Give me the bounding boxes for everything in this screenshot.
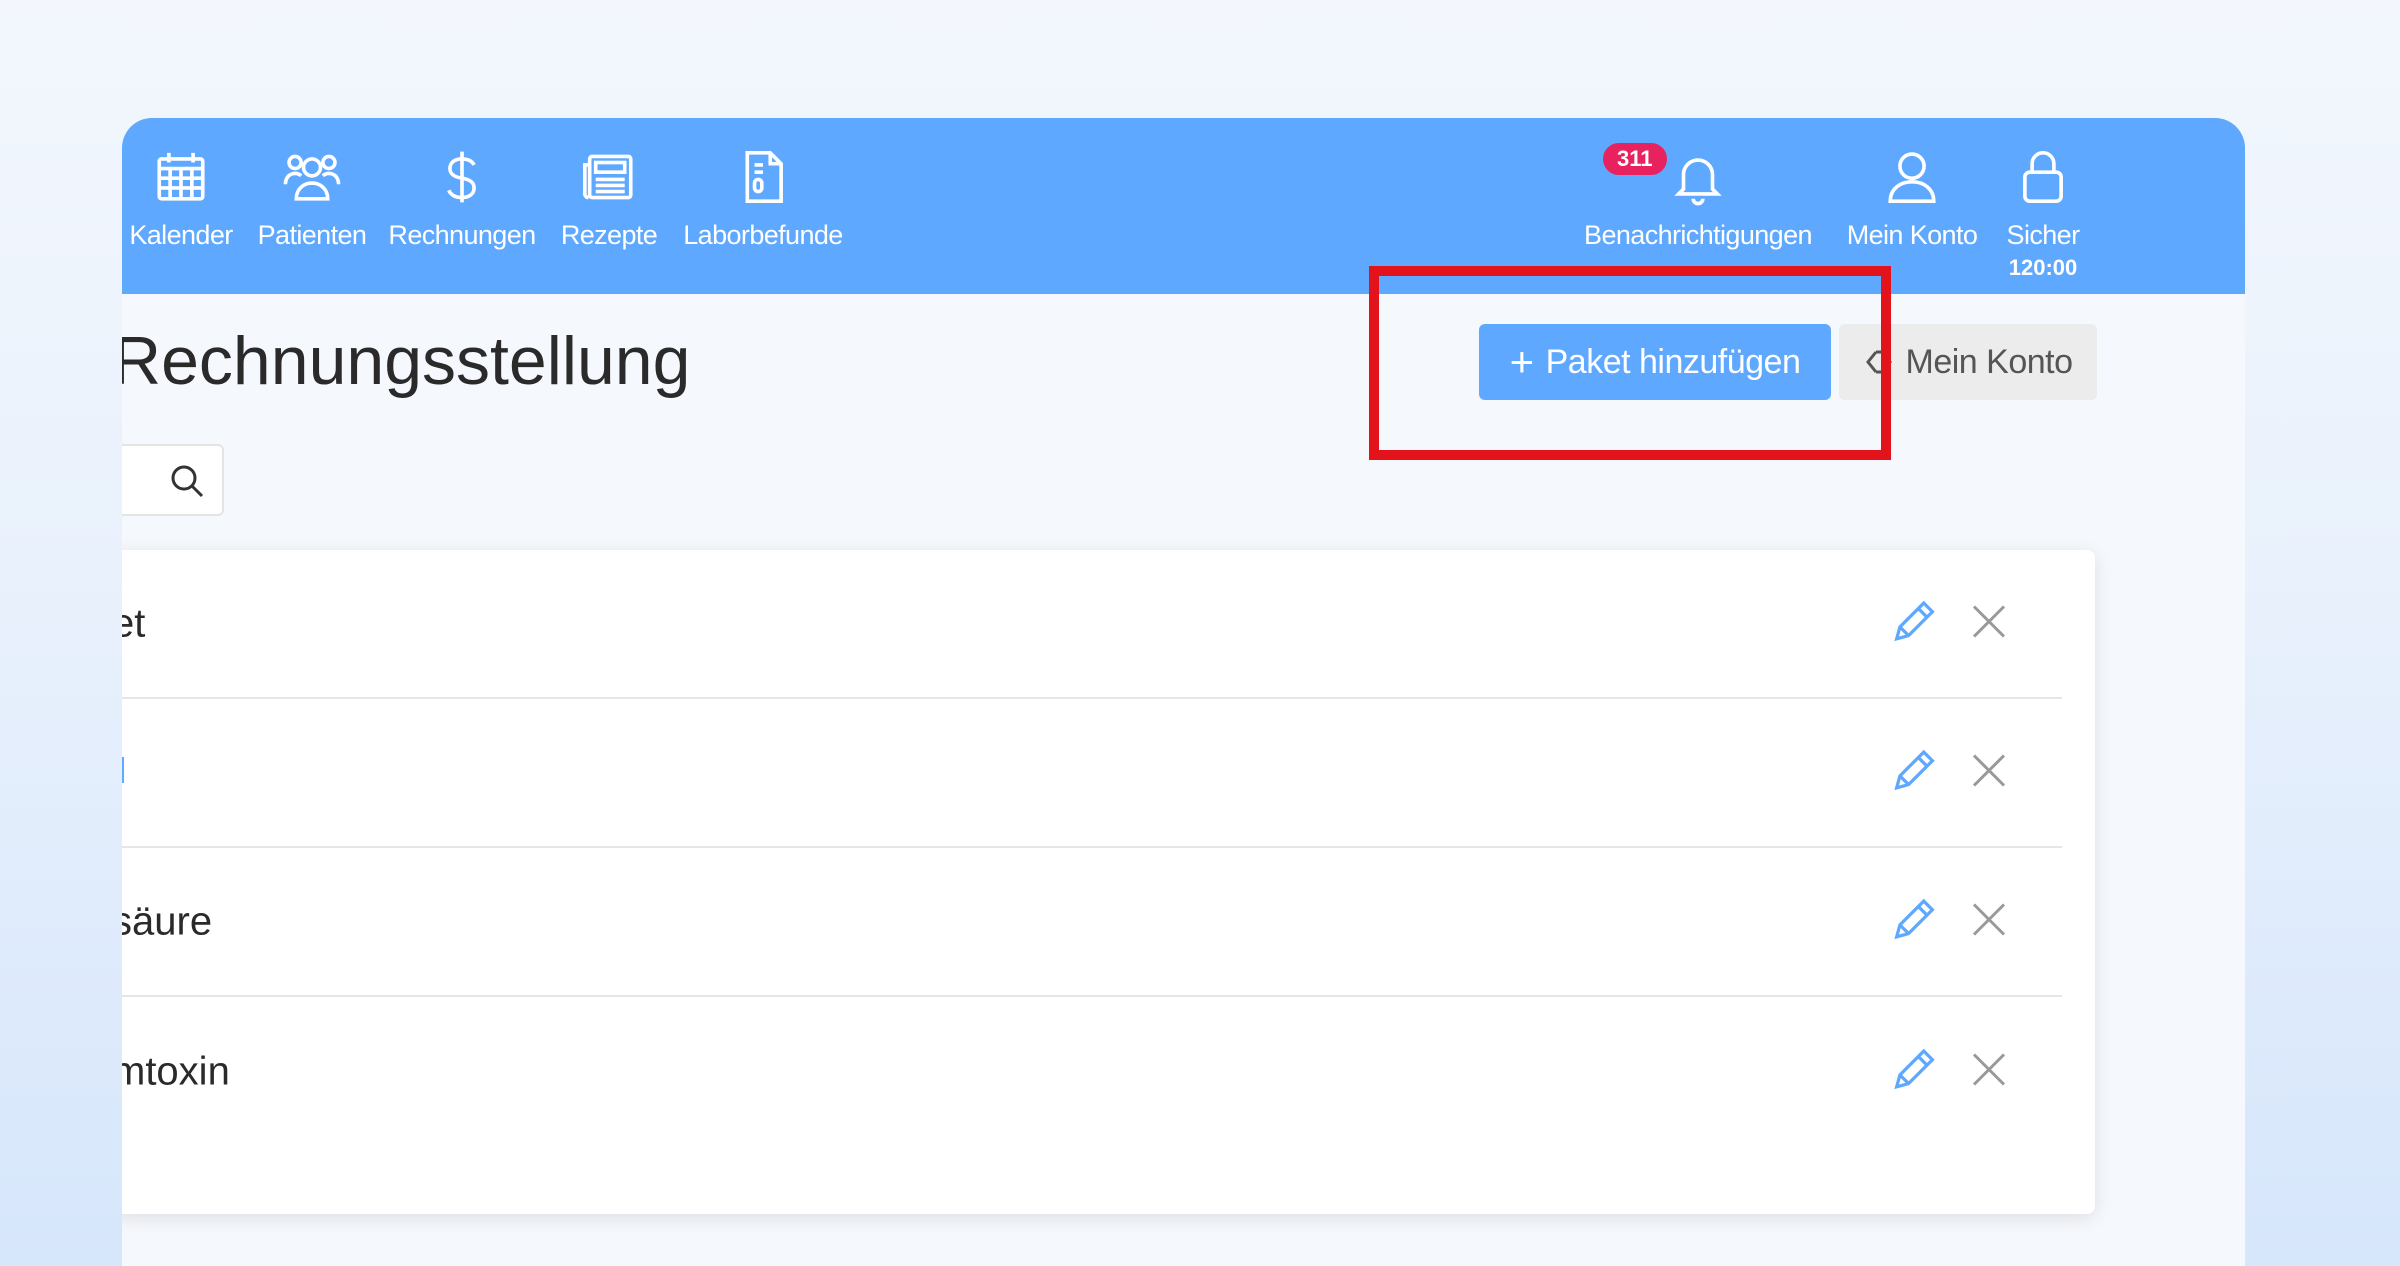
- list-item: et: [122, 550, 2062, 699]
- nav-label-kalender: Kalender: [129, 220, 233, 250]
- bell-icon: [1667, 146, 1729, 208]
- nav-sicher[interactable]: Sicher 120:00: [1998, 146, 2088, 286]
- list-item-label: säure: [122, 899, 213, 943]
- close-icon[interactable]: [1970, 751, 2008, 794]
- notification-badge: 311: [1600, 140, 1670, 178]
- lock-icon: [2012, 146, 2074, 208]
- add-package-label: Paket hinzufügen: [1545, 342, 1801, 381]
- nav-label-benachrichtigungen: Benachrichtigungen: [1584, 220, 1812, 250]
- pencil-icon[interactable]: [1888, 893, 1940, 950]
- close-icon[interactable]: [1970, 602, 2008, 645]
- list-item: säure: [122, 848, 2062, 997]
- nav-kalender[interactable]: Kalender: [122, 146, 244, 286]
- nav-label-patienten: Patienten: [257, 220, 367, 250]
- document-icon: [732, 146, 794, 208]
- user-icon: [1881, 146, 1943, 208]
- nav-benachrichtigungen[interactable]: 311 Benachrichtigungen: [1574, 140, 1822, 286]
- newspaper-icon: [578, 146, 640, 208]
- close-icon[interactable]: [1970, 900, 2008, 943]
- nav-mein-konto[interactable]: Mein Konto: [1838, 146, 1986, 286]
- app-window: Kalender Patienten Rechnungen Rezepte La…: [122, 118, 2245, 1266]
- add-package-button[interactable]: + Paket hinzufügen: [1479, 324, 1831, 400]
- nav-label-laborbefunde: Laborbefunde: [683, 220, 843, 250]
- arrow-back-icon: [1864, 345, 1898, 379]
- nav-label-rezepte: Rezepte: [560, 220, 658, 250]
- nav-label-mein-konto: Mein Konto: [1846, 220, 1978, 250]
- pencil-icon[interactable]: [1888, 1043, 1940, 1100]
- plus-icon: +: [1509, 338, 1535, 385]
- list-item-label: et: [122, 601, 146, 645]
- search-icon: [171, 465, 204, 498]
- package-list-card: et säure mtoxin: [122, 550, 2095, 1214]
- back-to-account-label: Mein Konto: [1905, 342, 2074, 381]
- row-marker: [122, 757, 124, 783]
- search-input[interactable]: [122, 444, 224, 516]
- list-item: mtoxin: [122, 997, 2062, 1146]
- users-icon: [281, 146, 343, 208]
- dollar-icon: [431, 146, 493, 208]
- pencil-icon[interactable]: [1888, 744, 1940, 801]
- lock-timer: 120:00: [2008, 255, 2078, 280]
- close-icon[interactable]: [1970, 1050, 2008, 1093]
- page-title: Rechnungsstellung: [122, 323, 691, 399]
- nav-rezepte[interactable]: Rezepte: [554, 146, 664, 286]
- nav-rechnungen[interactable]: Rechnungen: [380, 146, 544, 286]
- top-navbar: Kalender Patienten Rechnungen Rezepte La…: [122, 118, 2245, 294]
- nav-label-sicher: Sicher: [2006, 220, 2081, 250]
- calendar-icon: [150, 146, 212, 208]
- back-to-account-button[interactable]: Mein Konto: [1839, 324, 2097, 400]
- nav-laborbefunde[interactable]: Laborbefunde: [672, 146, 854, 286]
- nav-patienten[interactable]: Patienten: [242, 146, 382, 286]
- list-item: [122, 699, 2062, 848]
- list-item-label: mtoxin: [122, 1049, 230, 1093]
- pencil-icon[interactable]: [1888, 595, 1940, 652]
- nav-label-rechnungen: Rechnungen: [388, 220, 536, 250]
